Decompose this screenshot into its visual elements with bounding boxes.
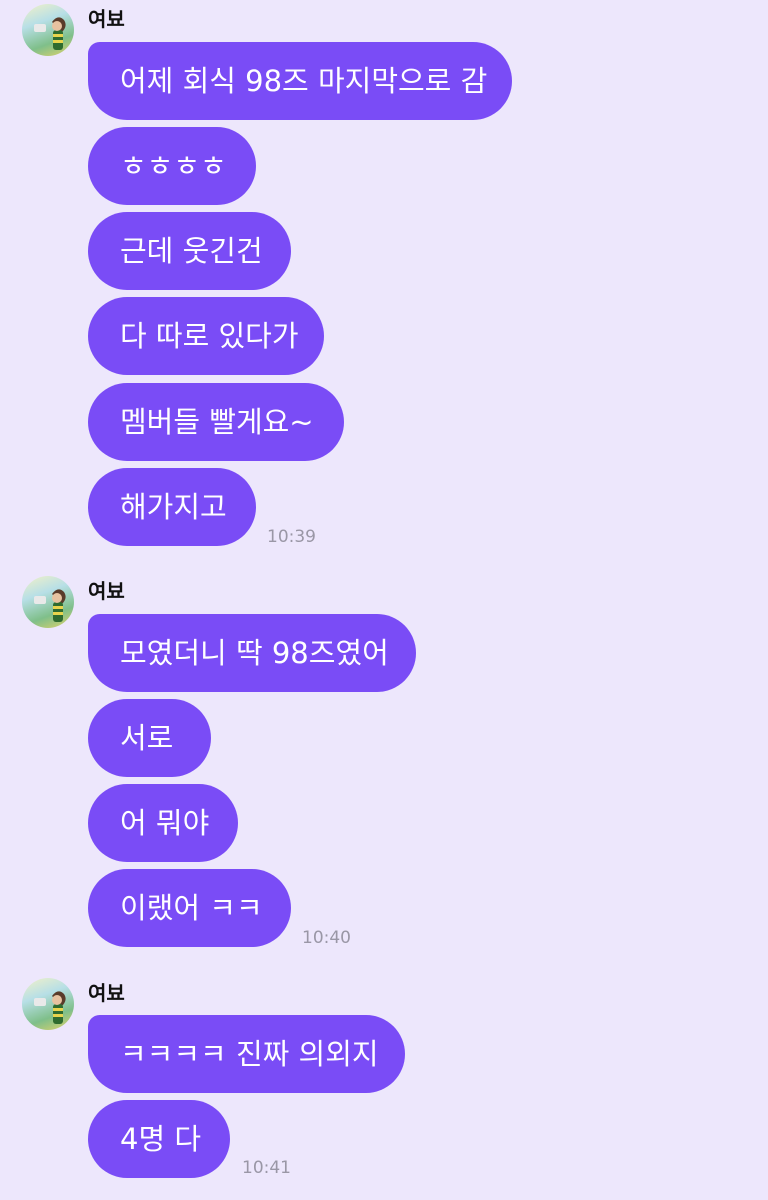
profile-avatar-icon[interactable] [22,978,74,1030]
message-bubble[interactable]: ㅎㅎㅎㅎ [88,127,256,205]
message-timestamp: 10:40 [302,928,351,948]
message-bubble[interactable]: 해가지고 [88,468,256,546]
profile-avatar-icon[interactable] [22,576,74,628]
avatar-image [34,589,66,622]
avatar-image [34,991,66,1024]
message-bubble[interactable]: 다 따로 있다가 [88,297,324,375]
message-bubble[interactable]: 4명 다 [88,1100,230,1178]
sender-name: 여뵤 [88,579,125,603]
message-bubble[interactable]: 근데 웃긴건 [88,212,291,290]
message-bubble[interactable]: 서로 [88,699,211,777]
profile-avatar-icon[interactable] [22,4,74,56]
sender-name: 여뵤 [88,7,125,31]
message-bubble[interactable]: 어 뭐야 [88,784,238,862]
message-bubble[interactable]: 어제 회식 98즈 마지막으로 감 [88,42,512,120]
avatar-image [34,17,66,50]
message-bubble[interactable]: 모였더니 딱 98즈였어 [88,614,416,692]
message-timestamp: 10:39 [267,527,316,547]
message-bubble[interactable]: ㅋㅋㅋㅋ 진짜 의외지 [88,1015,405,1093]
message-bubble[interactable]: 이랬어 ㅋㅋ [88,869,291,947]
message-bubble[interactable]: 멤버들 빨게요~ [88,383,344,461]
message-timestamp: 10:41 [242,1158,291,1178]
sender-name: 여뵤 [88,981,125,1005]
